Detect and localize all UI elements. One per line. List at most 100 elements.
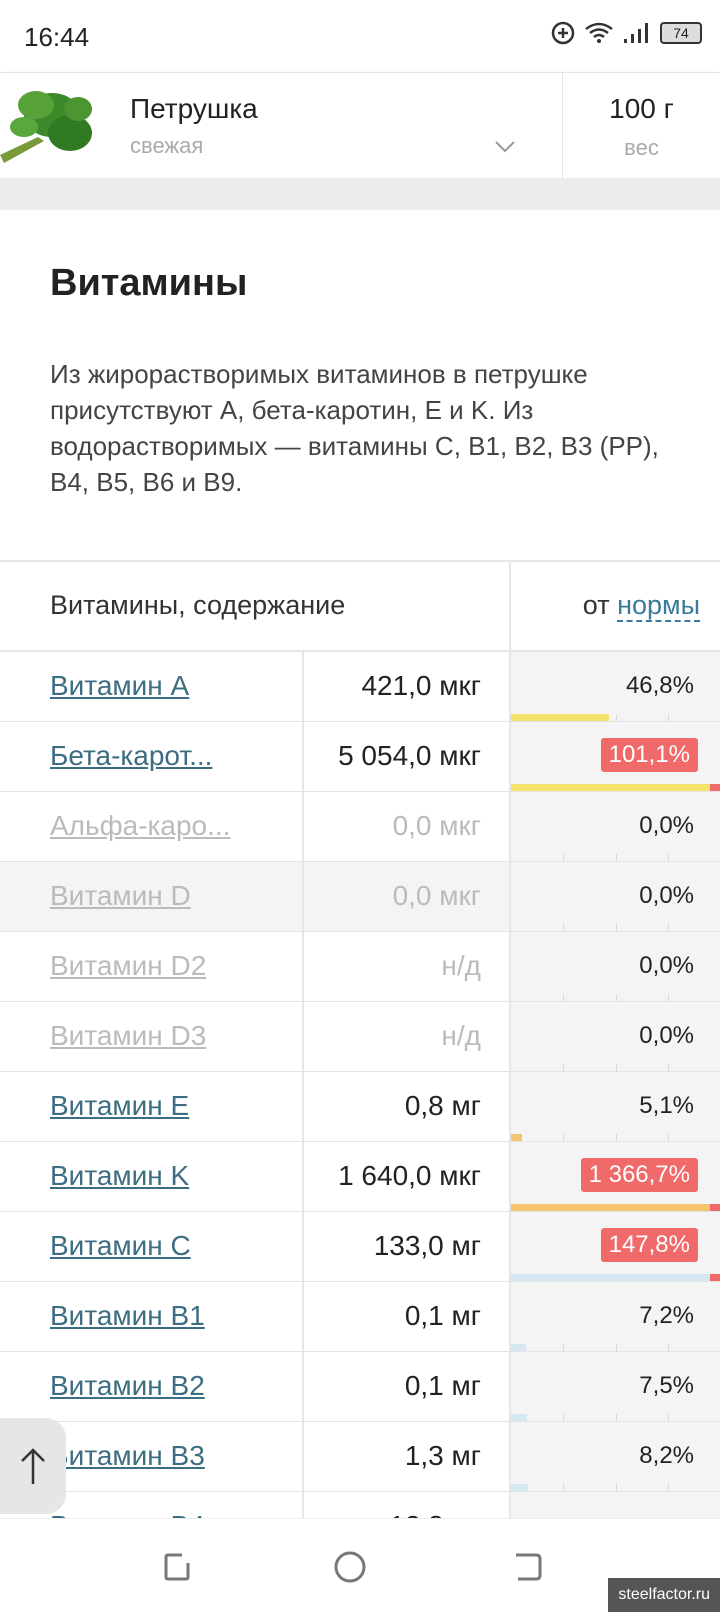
progress-tick (615, 994, 617, 1001)
vitamin-amount: 133,0 мг (302, 1212, 509, 1281)
progress-bar (511, 1134, 522, 1141)
percent-cell: 0,0% (509, 792, 720, 861)
progress-tick (667, 854, 669, 861)
progress-ticks (511, 1063, 720, 1071)
vitamin-amount: 0,8 мг (302, 1072, 509, 1141)
product-header: Петрушка свежая 100 г вес (0, 72, 720, 179)
header-label: Витамины, содержание (50, 590, 346, 620)
table-row: Альфа-каро... 0,0 мкг 0,0% (0, 792, 720, 862)
vitamin-name-link[interactable]: Витамин E (50, 1090, 189, 1122)
progress-ticks (511, 853, 720, 861)
percent-cell: 0,0% (509, 1002, 720, 1071)
table-row: Витамин D3 н/д 0,0% (0, 1002, 720, 1072)
progress-bar (511, 1274, 720, 1281)
vitamin-name-link[interactable]: Витамин D3 (50, 1020, 206, 1052)
percent-value: 8,2% (639, 1442, 694, 1469)
table-row: Бета-карот... 5 054,0 мкг 101,1% (0, 722, 720, 792)
percent-cell: 7,5% (509, 1352, 720, 1421)
vitamin-name-link[interactable]: Витамин B3 (50, 1440, 205, 1472)
percent-cell: 5,1% (509, 1072, 720, 1141)
progress-tick (563, 924, 565, 931)
header-norm-cell: от нормы (509, 562, 720, 652)
battery-icon: 74 (660, 22, 702, 44)
recent-apps-icon[interactable] (158, 1547, 198, 1587)
arrow-up-icon (21, 1448, 45, 1484)
progress-tick (667, 714, 669, 721)
watermark: steelfactor.ru (608, 1578, 720, 1612)
scroll-to-top-button[interactable] (0, 1418, 66, 1514)
progress-tick (615, 1064, 617, 1071)
percent-value: 0,0% (639, 882, 694, 909)
progress-tick (667, 924, 669, 931)
home-icon[interactable] (330, 1547, 370, 1587)
vitamin-amount: 5 054,0 мкг (302, 722, 509, 791)
progress-tick (563, 854, 565, 861)
vitamin-name-link[interactable]: Бета-карот... (50, 740, 212, 772)
progress-bar (511, 1414, 527, 1421)
progress-tick (563, 994, 565, 1001)
progress-ticks (511, 993, 720, 1001)
progress-bar (511, 1484, 529, 1491)
parsley-image (0, 91, 92, 163)
progress-bar (511, 784, 720, 791)
percent-cell: 8,2% (509, 1422, 720, 1491)
divider-band (0, 178, 720, 210)
progress-overflow-marker (710, 1204, 720, 1211)
vitamin-name-link[interactable]: Витамин B1 (50, 1300, 205, 1332)
percent-value: 1 366,7% (580, 1158, 698, 1192)
progress-tick (667, 1344, 669, 1351)
progress-tick (615, 1344, 617, 1351)
progress-tick (667, 994, 669, 1001)
norm-link[interactable]: нормы (617, 590, 700, 622)
vitamin-name-link[interactable]: Витамин D (50, 880, 191, 912)
progress-tick (667, 1134, 669, 1141)
vitamin-name-link[interactable]: Альфа-каро... (50, 810, 230, 842)
table-row: Витамин B2 0,1 мг 7,5% (0, 1352, 720, 1422)
percent-cell: 0,0% (509, 932, 720, 1001)
vitamin-amount: 1,3 мг (302, 1422, 509, 1491)
progress-ticks (511, 1133, 720, 1141)
percent-cell: 7,2% (509, 1282, 720, 1351)
progress-ticks (511, 1413, 720, 1421)
progress-tick (563, 1064, 565, 1071)
table-row: Витамин B3 1,3 мг 8,2% (0, 1422, 720, 1492)
table-header: Витамины, содержание от нормы (0, 560, 720, 652)
chevron-down-icon[interactable] (494, 135, 516, 157)
percent-value: 46,8% (625, 672, 694, 699)
percent-value: 7,5% (639, 1372, 694, 1399)
vitamin-amount: 0,1 мг (302, 1282, 509, 1351)
vitamin-name-link[interactable]: Витамин C (50, 1230, 191, 1262)
vitamin-name-link[interactable]: Витамин B2 (50, 1370, 205, 1402)
header-norm-text: от нормы (583, 590, 700, 622)
status-bar: 16:44 74 (0, 0, 720, 72)
progress-tick (615, 1484, 617, 1491)
back-icon[interactable] (508, 1547, 548, 1587)
product-name[interactable]: Петрушка (130, 93, 258, 125)
vitamin-amount: 0,1 мг (302, 1352, 509, 1421)
vitamin-amount: 0,0 мкг (302, 862, 509, 931)
vitamin-amount: 1 640,0 мкг (302, 1142, 509, 1211)
progress-ticks (511, 923, 720, 931)
percent-cell: 147,8% (509, 1212, 720, 1281)
progress-bar (511, 1204, 720, 1211)
status-time: 16:44 (24, 22, 90, 52)
vitamin-name-link[interactable]: Витамин K (50, 1160, 189, 1192)
progress-tick (615, 854, 617, 861)
section-title: Витамины (50, 262, 248, 304)
table-body: Витамин A 421,0 мкг 46,8% Бета-карот... 5 05… (0, 652, 720, 1562)
vitamin-name-link[interactable]: Витамин A (50, 670, 189, 702)
percent-value: 5,1% (639, 1092, 694, 1119)
weight-selector[interactable]: 100 г вес (562, 73, 720, 179)
wifi-icon (585, 22, 613, 43)
table-row: Витамин C 133,0 мг 147,8% (0, 1212, 720, 1282)
progress-tick (615, 924, 617, 931)
vitamin-amount: н/д (302, 932, 509, 1001)
vitamin-amount: 0,0 мкг (302, 792, 509, 861)
weight-label: вес (624, 135, 659, 160)
progress-tick (615, 714, 617, 721)
data-saver-icon (551, 21, 575, 45)
product-variant[interactable]: свежая (130, 133, 203, 159)
progress-ticks (511, 1343, 720, 1351)
table-row: Витамин B1 0,1 мг 7,2% (0, 1282, 720, 1352)
vitamin-name-link[interactable]: Витамин D2 (50, 950, 206, 982)
